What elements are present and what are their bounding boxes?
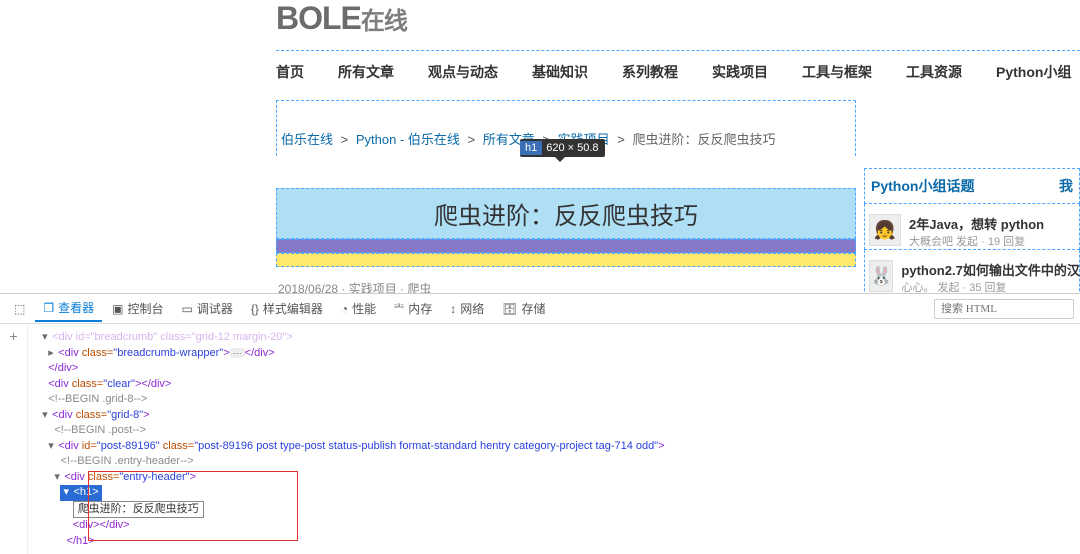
- logo-cn: 在线: [361, 8, 407, 35]
- sidebar-title: Python小组话题: [871, 176, 974, 196]
- tab-storage[interactable]: 🗄存储: [494, 296, 553, 321]
- tab-console[interactable]: ▣控制台: [104, 296, 171, 321]
- sidebar-more[interactable]: 我: [1059, 176, 1073, 196]
- devtools-panel: ⬚ ❐查看器 ▣控制台 ▭调试器 {}样式编辑器 ◔性能 ⎃内存 ↕网络 🗄存储…: [0, 293, 1080, 554]
- dom-node[interactable]: <div id="breadcrumb" class="grid-12 marg…: [52, 331, 293, 343]
- bc-sep: >: [468, 132, 476, 147]
- main-nav: 首页 所有文章 观点与动态 基础知识 系列教程 实践项目 工具与框架 工具资源 …: [276, 50, 1080, 82]
- sidebar-heading[interactable]: Python小组话题 我: [864, 168, 1080, 204]
- avatar: 🐰: [869, 260, 893, 292]
- add-icon[interactable]: +: [0, 328, 27, 344]
- tab-network[interactable]: ↕网络: [442, 296, 492, 321]
- dom-node[interactable]: </h1>: [67, 535, 95, 547]
- logo-en: BOLE: [276, 0, 361, 36]
- nav-all[interactable]: 所有文章: [338, 62, 394, 82]
- bc-python[interactable]: Python - 伯乐在线: [356, 132, 460, 147]
- dom-node[interactable]: </div>: [48, 362, 78, 374]
- chevron-down-icon[interactable]: ▾: [48, 439, 58, 455]
- site-logo[interactable]: BOLE在线: [276, 0, 407, 37]
- bc-current: 爬虫进阶：反反爬虫技巧: [632, 132, 775, 147]
- highlight-row-1: [276, 239, 856, 253]
- tab-debugger[interactable]: ▭调试器: [173, 296, 240, 321]
- nav-basics[interactable]: 基础知识: [532, 62, 588, 82]
- dom-tree[interactable]: ▾<div id="breadcrumb" class="grid-12 mar…: [28, 324, 920, 549]
- sidebar-item[interactable]: 🐰 python2.7如何输出文件中的汉 心心。 发起 · 35 回复: [864, 250, 1080, 296]
- inspect-icon[interactable]: ⬚: [6, 298, 33, 320]
- devtools-search-input[interactable]: [934, 299, 1074, 319]
- devtools-tabs: ⬚ ❐查看器 ▣控制台 ▭调试器 {}样式编辑器 ◔性能 ⎃内存 ↕网络 🗄存储: [0, 294, 1080, 324]
- sidebar-item[interactable]: 👧 2年Java，想转 python 大概会吧 发起 · 19 回复: [864, 204, 1080, 250]
- tooltip-dim: 620 × 50.8: [546, 142, 598, 154]
- tab-perf[interactable]: ◔性能: [333, 296, 384, 321]
- dom-selected-node[interactable]: ▾<h1>: [60, 485, 101, 501]
- bc-sep: >: [341, 132, 349, 147]
- highlight-row-2: [276, 253, 856, 267]
- bc-sep: >: [617, 132, 625, 147]
- dom-comment[interactable]: <!--BEGIN .post-->: [54, 424, 146, 436]
- element-tooltip: h1 620 × 50.8: [520, 139, 605, 157]
- nav-home[interactable]: 首页: [276, 62, 304, 82]
- nav-frameworks[interactable]: 工具与框架: [802, 62, 872, 82]
- nav-views[interactable]: 观点与动态: [428, 62, 498, 82]
- nav-projects[interactable]: 实践项目: [712, 62, 768, 82]
- avatar: 👧: [869, 214, 901, 246]
- bc-home[interactable]: 伯乐在线: [281, 132, 333, 147]
- ellipsis-icon[interactable]: ⋯: [230, 348, 245, 358]
- devtools-sidebar: +: [0, 324, 28, 554]
- chevron-right-icon[interactable]: ▸: [48, 346, 58, 362]
- sidebar: Python小组话题 我 👧 2年Java，想转 python 大概会吧 发起 …: [864, 168, 1080, 296]
- chevron-down-icon[interactable]: ▾: [54, 470, 64, 486]
- tab-style[interactable]: {}样式编辑器: [243, 296, 331, 321]
- dom-comment[interactable]: <!--BEGIN .entry-header-->: [60, 455, 193, 467]
- tab-memory[interactable]: ⎃内存: [386, 296, 440, 321]
- chevron-down-icon[interactable]: ▾: [42, 408, 52, 424]
- chevron-down-icon[interactable]: ▾: [42, 330, 52, 346]
- topic-title[interactable]: 2年Java，想转 python: [909, 214, 1044, 233]
- topic-title[interactable]: python2.7如何输出文件中的汉: [901, 260, 1079, 279]
- tab-inspector[interactable]: ❐查看器: [35, 295, 102, 322]
- dom-text-node[interactable]: 爬虫进阶：反反爬虫技巧: [73, 501, 204, 519]
- article-title: 爬虫进阶：反反爬虫技巧: [276, 188, 856, 239]
- dom-comment[interactable]: <!--BEGIN .grid-8-->: [48, 393, 147, 405]
- topic-sub: 大概会吧 发起 · 19 回复: [909, 233, 1044, 249]
- nav-series[interactable]: 系列教程: [622, 62, 678, 82]
- nav-resources[interactable]: 工具资源: [906, 62, 962, 82]
- nav-group[interactable]: Python小组: [996, 62, 1071, 82]
- tooltip-tag: h1: [520, 141, 542, 155]
